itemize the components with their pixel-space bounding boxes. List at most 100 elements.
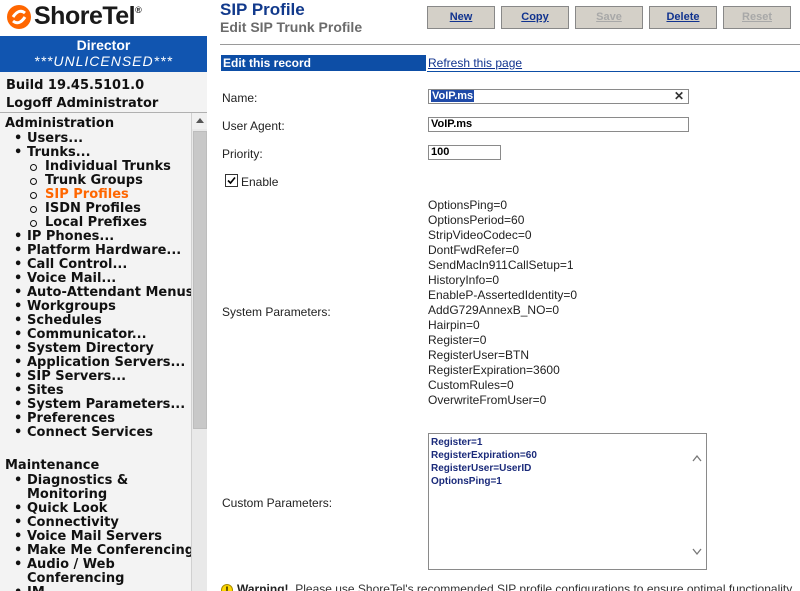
nav-item-application-servers[interactable]: Application Servers... (14, 355, 186, 371)
close-icon[interactable]: ✕ (674, 90, 684, 103)
enable-label: Enable (241, 175, 279, 189)
nav-section-maintenance: Maintenance (5, 458, 100, 473)
license-status: ***UNLICENSED*** (34, 53, 173, 69)
custom-parameter-line: Register=1 (431, 437, 483, 448)
nav-item-users[interactable]: Users... (14, 132, 83, 147)
nav-item-label: SIP Servers... (27, 369, 127, 384)
scrollbar-thumb[interactable] (193, 131, 207, 429)
delete-button[interactable]: Delete (649, 6, 717, 29)
nav-item-label: Schedules (27, 313, 102, 328)
nav-item-system-parameters[interactable]: System Parameters... (14, 397, 186, 413)
nav-item-ip-phones[interactable]: IP Phones... (14, 229, 115, 245)
nav-item-label: System Parameters... (27, 397, 186, 412)
system-parameter: RegisterExpiration=3600 (428, 363, 560, 377)
nav-item-sites[interactable]: Sites (14, 384, 64, 399)
nav-item-label: Workgroups (27, 299, 116, 314)
nav-item-label: IP Phones... (27, 229, 115, 244)
reset-button[interactable]: Reset (723, 6, 791, 29)
system-parameter: StripVideoCodec=0 (428, 228, 532, 242)
system-parameter: SendMacIn911CallSetup=1 (428, 258, 574, 272)
custom-parameter-line: OptionsPing=1 (431, 476, 502, 487)
nav-item-voice-mail[interactable]: Voice Mail... (14, 271, 117, 287)
scroll-up-button[interactable] (192, 113, 207, 129)
warning-message: ! Warning! Please use ShoreTel's recommen… (221, 582, 795, 591)
copy-button[interactable]: Copy (501, 6, 569, 29)
nav-item-label-continued[interactable]: Monitoring (27, 488, 107, 502)
save-button[interactable]: Save (575, 6, 643, 29)
user-agent-input[interactable]: VoIP.ms (428, 117, 689, 132)
nav-item-quick-look[interactable]: Quick Look (14, 501, 108, 517)
chevron-up-icon[interactable] (692, 454, 702, 462)
divider (427, 71, 800, 72)
custom-parameters-text: Register=1 RegisterExpiration=60 RegisterU… (431, 436, 537, 488)
nav-item-label: Call Control... (27, 257, 128, 272)
nav-item-label: IM (27, 585, 45, 591)
nav-item-call-control[interactable]: Call Control... (14, 257, 128, 273)
nav-item-audio-web[interactable]: Audio / Web (14, 558, 115, 573)
nav-item-platform-hardware[interactable]: Platform Hardware... (14, 244, 181, 259)
system-parameter: Register=0 (428, 333, 487, 347)
system-parameter: HistoryInfo=0 (428, 273, 500, 287)
logoff-link[interactable]: Logoff Administrator (6, 95, 158, 113)
nav-item-isdn-profiles[interactable]: ISDN Profiles (30, 202, 141, 216)
nav-section-administration: Administration (5, 116, 115, 131)
warning-icon: ! (221, 583, 233, 591)
priority-input[interactable]: 100 (428, 145, 501, 160)
brand-name: ShoreTel® (34, 2, 142, 30)
nav-item-sip-profiles[interactable]: SIP Profiles (30, 188, 129, 202)
nav-item-auto-attendant-menus[interactable]: Auto-Attendant Menus (14, 285, 191, 301)
nav-item-label: Individual Trunks (45, 159, 171, 174)
nav-item-voice-mail-servers[interactable]: Voice Mail Servers (14, 529, 162, 545)
new-button[interactable]: New (427, 6, 495, 29)
nav-item-local-prefixes[interactable]: Local Prefixes (30, 216, 147, 230)
system-parameters-list: OptionsPing=0 OptionsPeriod=60 StripVideoC… (428, 198, 577, 408)
page-subtitle: Edit SIP Trunk Profile (220, 19, 363, 35)
nav-item-communicator[interactable]: Communicator... (14, 327, 147, 343)
system-parameter: OptionsPing=0 (428, 198, 508, 212)
nav-item-label: ISDN Profiles (45, 201, 141, 216)
nav-item-sip-servers[interactable]: SIP Servers... (14, 369, 127, 385)
nav-item-label: Make Me Conferencing (27, 543, 191, 558)
nav-item-connectivity[interactable]: Connectivity (14, 516, 119, 531)
system-parameter: RegisterUser=BTN (428, 348, 530, 362)
shoretel-logo-icon (7, 5, 31, 29)
nav-item-label: Local Prefixes (45, 215, 148, 230)
custom-parameters-label: Custom Parameters: (222, 496, 333, 510)
user-agent-label: User Agent: (222, 119, 285, 133)
nav-item-label: Diagnostics & (27, 473, 129, 488)
nav-item-label: Voice Mail... (27, 271, 117, 286)
system-parameter: OverwriteFromUser=0 (428, 393, 547, 407)
nav-item-trunk-groups[interactable]: Trunk Groups (30, 174, 143, 188)
left-panel: ShoreTel® Director ***UNLICENSED*** Buil… (0, 0, 207, 591)
nav-item-label: Communicator... (27, 327, 147, 342)
nav-item-label: Trunk Groups (45, 173, 143, 188)
nav-item-individual-trunks[interactable]: Individual Trunks (30, 160, 171, 174)
nav-item-label: Auto-Attendant Menus (27, 285, 191, 300)
nav-item-label: Preferences (27, 411, 115, 426)
checkmark-icon (227, 176, 236, 185)
nav-item-label: SIP Profiles (45, 187, 129, 202)
nav-item-label: Quick Look (27, 501, 108, 516)
nav-item-im[interactable]: IM (14, 586, 45, 591)
shoretel-logo: ShoreTel® (0, 0, 207, 36)
chevron-down-icon[interactable] (692, 548, 702, 556)
nav-item-connect-services[interactable]: Connect Services (14, 426, 153, 441)
nav-item-label-continued[interactable]: Conferencing (27, 572, 124, 586)
system-parameter: DontFwdRefer=0 (428, 243, 520, 257)
nav-item-label: Voice Mail Servers (27, 529, 162, 544)
nav-item-schedules[interactable]: Schedules (14, 313, 102, 329)
nav-item-preferences[interactable]: Preferences (14, 411, 115, 427)
refresh-link[interactable]: Refresh this page (428, 56, 522, 70)
enable-checkbox[interactable] (225, 174, 238, 187)
nav-scrollbar[interactable] (191, 113, 207, 591)
name-value: VoIP.ms (431, 90, 475, 102)
nav-item-trunks[interactable]: Trunks... (14, 146, 91, 161)
nav-item-label: Application Servers... (27, 355, 186, 370)
nav-item-workgroups[interactable]: Workgroups (14, 299, 116, 315)
nav-item-system-directory[interactable]: System Directory (14, 342, 154, 357)
nav-item-make-me-conferencing[interactable]: Make Me Conferencing (14, 543, 191, 559)
director-title: Director (76, 37, 131, 53)
name-input[interactable]: VoIP.ms ✕ (428, 89, 689, 104)
custom-parameters-textarea[interactable]: Register=1 RegisterExpiration=60 RegisterU… (428, 433, 707, 570)
nav-item-diagnostics[interactable]: Diagnostics & (14, 473, 129, 489)
